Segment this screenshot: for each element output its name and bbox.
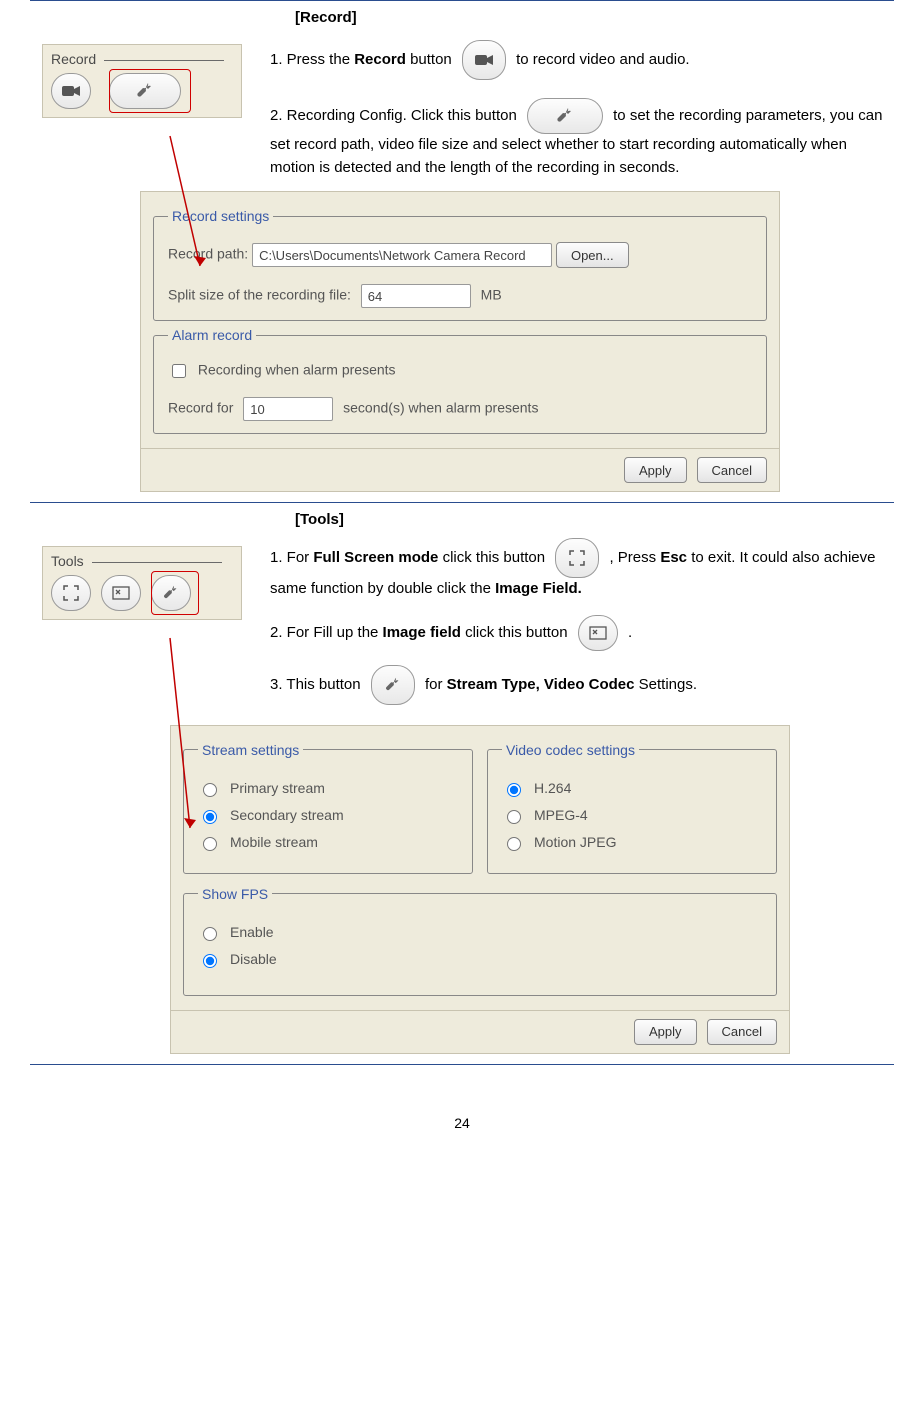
stream-settings-fieldset: Stream settings Primary stream Secondary…: [183, 742, 473, 874]
record-config-button-inline[interactable]: [527, 98, 603, 134]
tools-mini-title: Tools: [51, 553, 233, 569]
record-path-input[interactable]: [252, 243, 552, 267]
camcorder-icon: [474, 52, 494, 68]
tools-settings-dialog: Stream settings Primary stream Secondary…: [170, 725, 790, 1054]
stream-option-secondary[interactable]: Secondary stream: [198, 807, 458, 824]
alarm-checkbox[interactable]: [172, 364, 186, 378]
stream-radio-mobile[interactable]: [203, 837, 217, 851]
record-dialog-footer: Apply Cancel: [141, 448, 779, 491]
fill-icon: [589, 626, 607, 640]
split-size-label: Split size of the recording file:: [168, 287, 351, 303]
show-fps-legend: Show FPS: [198, 886, 272, 902]
alarm-record-legend: Alarm record: [168, 327, 256, 343]
camcorder-icon: [61, 83, 81, 99]
record-mini-title: Record: [51, 51, 233, 67]
tools-dialog-footer: Apply Cancel: [171, 1010, 789, 1053]
codec-radio-mjpeg[interactable]: [507, 837, 521, 851]
record-settings-dialog: Record settings Record path: Open... Spl…: [140, 191, 780, 492]
codec-option-mjpeg[interactable]: Motion JPEG: [502, 834, 762, 851]
fps-option-enable[interactable]: Enable: [198, 924, 762, 941]
fullscreen-icon: [63, 585, 79, 601]
record-settings-legend: Record settings: [168, 208, 273, 224]
record-config-button[interactable]: [109, 73, 181, 109]
codec-option-h264[interactable]: H.264: [502, 780, 762, 797]
codec-option-mpeg4[interactable]: MPEG-4: [502, 807, 762, 824]
stream-settings-legend: Stream settings: [198, 742, 303, 758]
record-heading: [Record]: [295, 9, 894, 26]
tools-body-text: 1. For Full Screen mode click this butto…: [260, 538, 894, 713]
fullscreen-button-inline[interactable]: [555, 538, 599, 578]
wrench-icon: [134, 80, 156, 102]
split-size-input[interactable]: [361, 284, 471, 308]
divider-bottom: [30, 1064, 894, 1065]
page-number: 24: [30, 1115, 894, 1131]
codec-radio-mpeg4[interactable]: [507, 810, 521, 824]
tools-config-button-inline[interactable]: [371, 665, 415, 705]
record-apply-button[interactable]: Apply: [624, 457, 687, 483]
tools-heading: [Tools]: [295, 511, 894, 528]
fullscreen-button[interactable]: [51, 575, 91, 611]
fill-image-button[interactable]: [101, 575, 141, 611]
tools-cancel-button[interactable]: Cancel: [707, 1019, 777, 1045]
record-body-text: 1. Press the Record button to record vid…: [260, 36, 894, 179]
wrench-icon: [554, 105, 576, 127]
record-path-label: Record path:: [168, 246, 248, 262]
show-fps-fieldset: Show FPS Enable Disable: [183, 886, 777, 996]
divider-top: [30, 0, 894, 1]
stream-radio-secondary[interactable]: [203, 810, 217, 824]
alarm-record-fieldset: Alarm record Recording when alarm presen…: [153, 327, 767, 434]
codec-settings-fieldset: Video codec settings H.264 MPEG-4 Motion…: [487, 742, 777, 874]
codec-radio-h264[interactable]: [507, 783, 521, 797]
open-button[interactable]: Open...: [556, 242, 629, 268]
wrench-icon: [161, 583, 181, 603]
fill-icon: [112, 586, 130, 600]
stream-option-primary[interactable]: Primary stream: [198, 780, 458, 797]
record-button[interactable]: [51, 73, 91, 109]
stream-option-mobile[interactable]: Mobile stream: [198, 834, 458, 851]
divider-mid: [30, 502, 894, 503]
wrench-icon: [383, 675, 403, 695]
alarm-seconds-prefix: Record for: [168, 400, 233, 416]
tools-mini-panel: Tools: [42, 546, 242, 620]
stream-radio-primary[interactable]: [203, 783, 217, 797]
split-size-unit: MB: [481, 287, 502, 303]
record-section: [Record] Record: [30, 9, 894, 492]
record-mini-panel: Record: [42, 44, 242, 118]
tools-section: [Tools] Tools: [30, 511, 894, 1054]
alarm-seconds-suffix: second(s) when alarm presents: [343, 400, 538, 416]
codec-settings-legend: Video codec settings: [502, 742, 639, 758]
tools-apply-button[interactable]: Apply: [634, 1019, 697, 1045]
alarm-seconds-input[interactable]: [243, 397, 333, 421]
fill-image-button-inline[interactable]: [578, 615, 618, 651]
fps-radio-enable[interactable]: [203, 927, 217, 941]
record-settings-fieldset: Record settings Record path: Open... Spl…: [153, 208, 767, 321]
record-cancel-button[interactable]: Cancel: [697, 457, 767, 483]
tools-config-button[interactable]: [151, 575, 191, 611]
alarm-checkbox-label: Recording when alarm presents: [198, 362, 396, 378]
fullscreen-icon: [569, 550, 585, 566]
fps-option-disable[interactable]: Disable: [198, 951, 762, 968]
record-button-inline[interactable]: [462, 40, 506, 80]
fps-radio-disable[interactable]: [203, 954, 217, 968]
